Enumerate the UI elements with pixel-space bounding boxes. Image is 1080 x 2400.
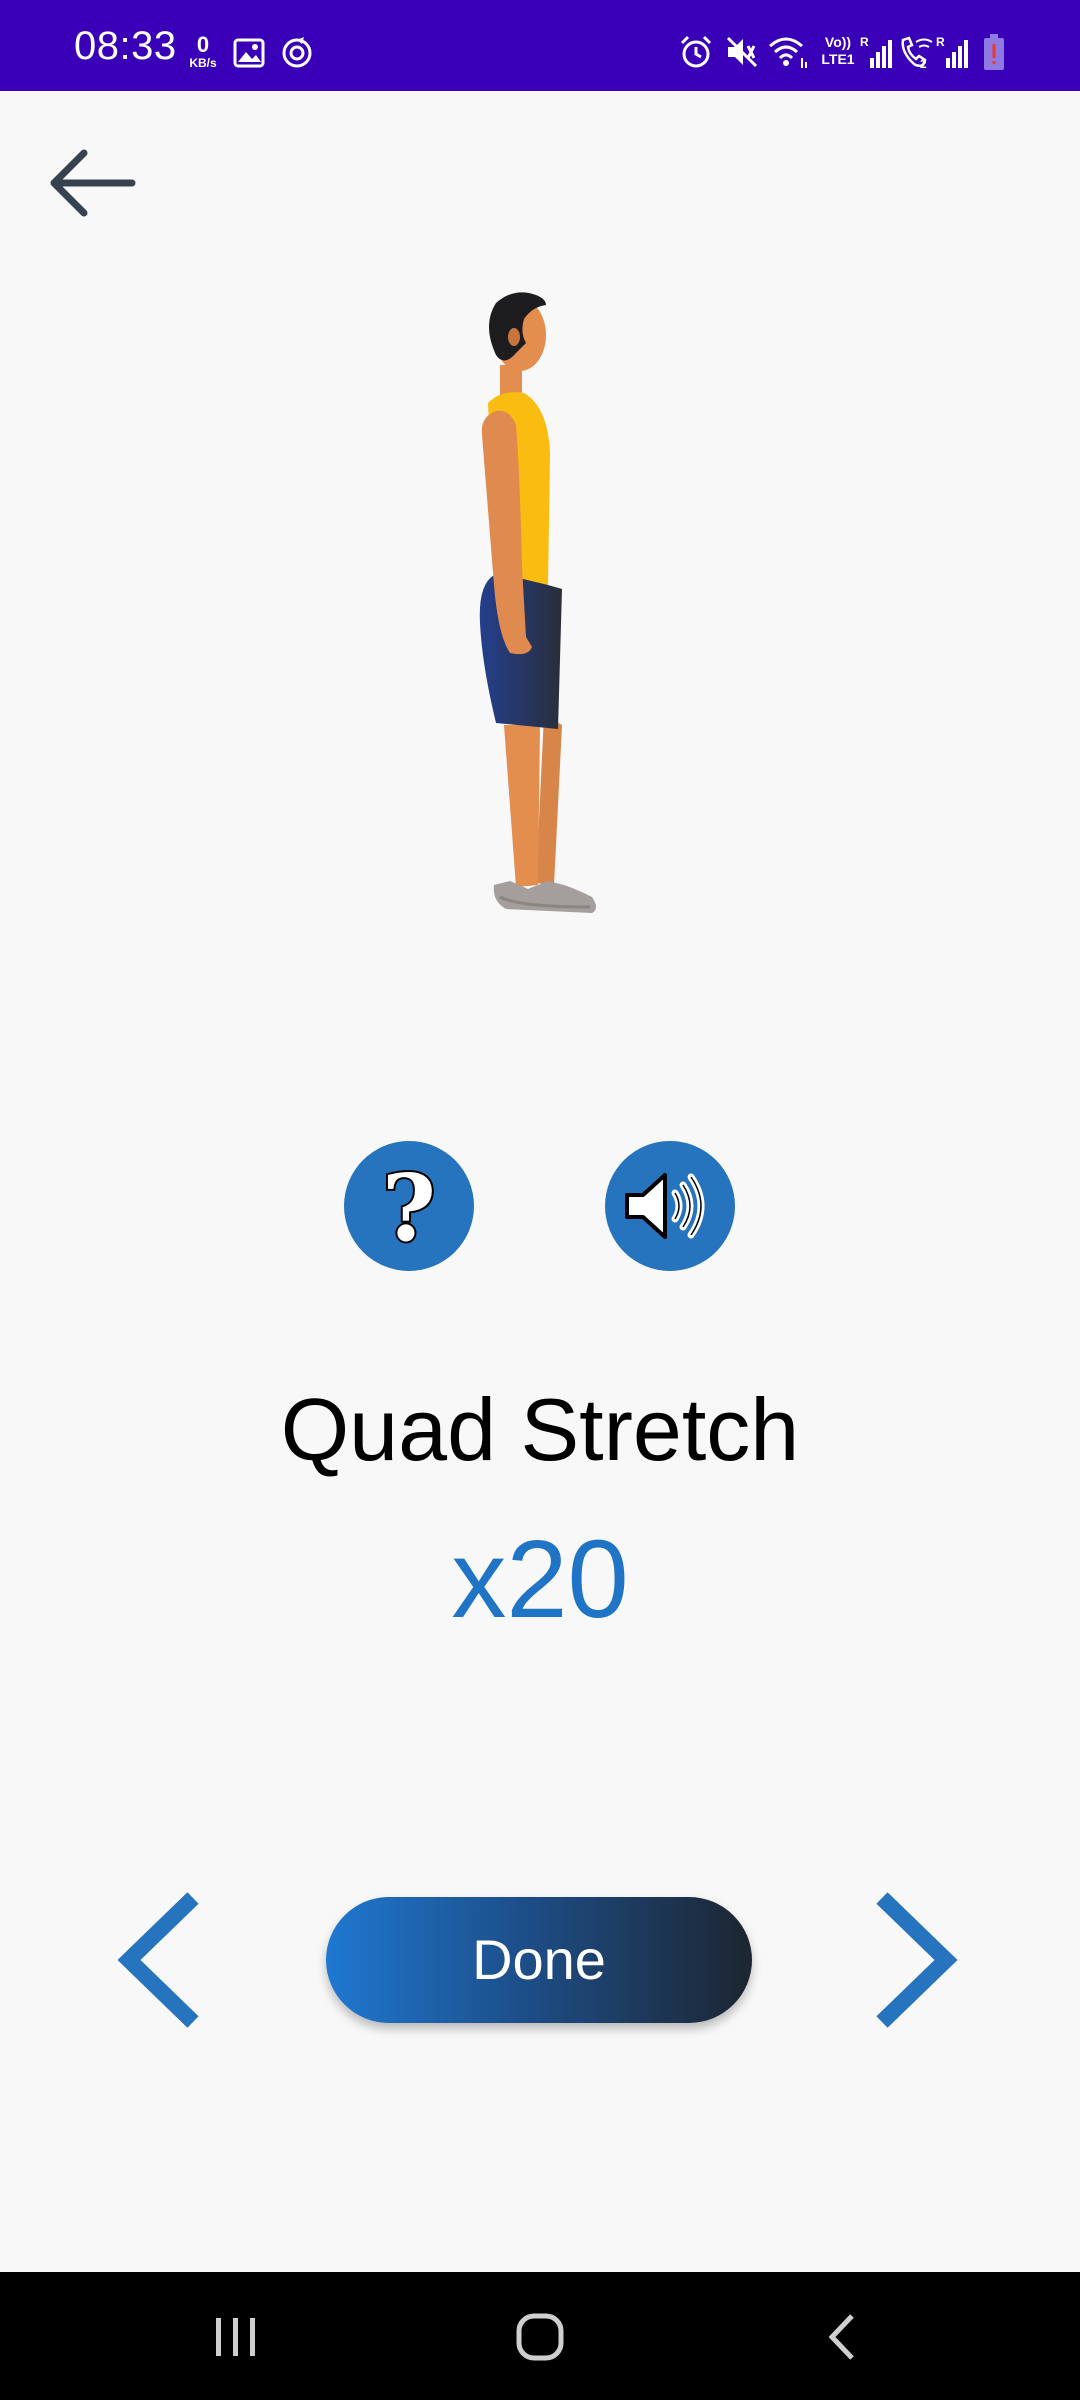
status-time: 08:33: [74, 24, 177, 68]
sync-icon: [282, 37, 312, 68]
signal-icon: R: [860, 35, 892, 68]
speaker-icon: [625, 1173, 705, 1239]
net-speed-unit: KB/s: [189, 56, 217, 70]
previous-exercise-button[interactable]: [115, 1890, 205, 2030]
recent-apps-icon[interactable]: [206, 2312, 266, 2362]
home-icon[interactable]: [510, 2312, 570, 2362]
arrow-left-icon: [50, 149, 136, 217]
battery-icon: [984, 34, 1004, 70]
sound-button[interactable]: [605, 1141, 735, 1271]
net-speed-indicator: 0 KB/s: [183, 32, 223, 71]
help-button[interactable]: ?: [344, 1141, 474, 1271]
exercise-name: Quad Stretch: [280, 1380, 800, 1479]
reps-count: x20: [451, 1518, 629, 1641]
mute-icon: [726, 36, 758, 68]
question-icon: ?: [380, 1152, 438, 1264]
next-exercise-button[interactable]: [870, 1890, 960, 2030]
back-button[interactable]: [40, 135, 140, 235]
done-button[interactable]: Done: [326, 1897, 752, 2023]
net-speed-value: 0: [196, 32, 210, 57]
gallery-icon: [233, 38, 265, 68]
chevron-left-icon: [117, 1892, 199, 2028]
back-nav-icon[interactable]: [814, 2312, 874, 2362]
status-bar: 08:33 0 KB/s Vo)) LTE1 R 2 R: [0, 0, 1080, 91]
svg-text:R: R: [860, 35, 869, 49]
alarm-icon: [680, 35, 712, 68]
svg-text:R: R: [936, 35, 945, 49]
call-wifi-icon: 2: [901, 36, 933, 70]
svg-text:2: 2: [920, 57, 927, 70]
exercise-illustration: [479, 292, 596, 913]
wifi-icon: [769, 37, 807, 68]
signal-icon-2: R: [936, 35, 968, 68]
svg-text:?: ?: [382, 1154, 436, 1262]
chevron-right-icon: [876, 1892, 958, 2028]
system-navigation-bar: [0, 2272, 1080, 2400]
lte-label: Vo)) LTE1: [821, 34, 855, 67]
